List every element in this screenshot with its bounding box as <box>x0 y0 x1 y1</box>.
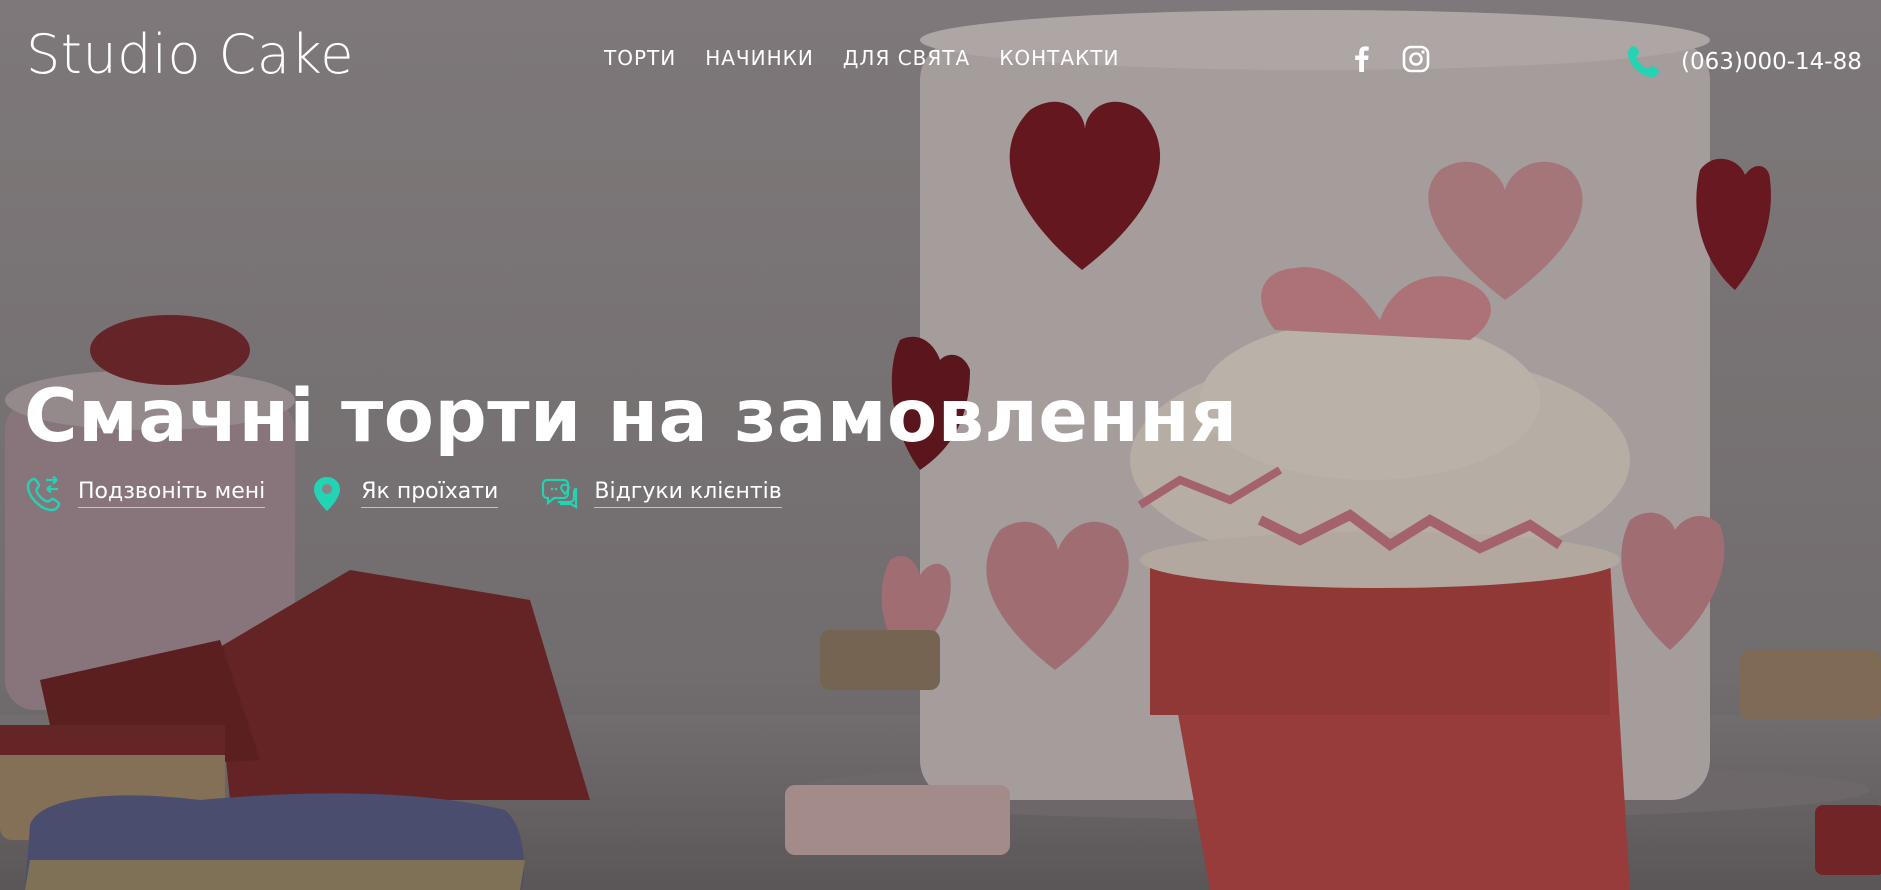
site-header: Studio Cake ТОРТИ НАЧИНКИ ДЛЯ СВЯТА КОНТ… <box>0 0 1881 120</box>
chat-heart-icon <box>540 474 580 514</box>
action-directions[interactable]: Як проїхати <box>307 474 499 514</box>
social-links <box>1347 44 1431 74</box>
phone-callback-icon <box>24 474 64 514</box>
action-reviews-label[interactable]: Відгуки клієнтів <box>594 479 782 509</box>
action-call-me-label[interactable]: Подзвоніть мені <box>78 479 266 509</box>
header-phone[interactable]: (063)000-14-88 <box>1623 42 1862 82</box>
nav-item-cakes[interactable]: ТОРТИ <box>604 48 676 68</box>
nav-item-fillings[interactable]: НАЧИНКИ <box>705 48 814 68</box>
phone-icon <box>1623 42 1663 82</box>
action-call-me[interactable]: Подзвоніть мені <box>24 474 266 514</box>
instagram-icon[interactable] <box>1401 44 1431 74</box>
site-logo[interactable]: Studio Cake <box>26 28 354 82</box>
action-directions-label[interactable]: Як проїхати <box>361 479 499 509</box>
action-reviews[interactable]: Відгуки клієнтів <box>540 474 782 514</box>
hero-title: Смачні торти на замовлення <box>24 374 1238 459</box>
map-pin-icon <box>307 474 347 514</box>
nav-item-contacts[interactable]: КОНТАКТИ <box>999 48 1119 68</box>
hero-actions: Подзвоніть мені Як проїхати Відгуки кліє… <box>24 474 824 514</box>
facebook-icon[interactable] <box>1347 44 1377 74</box>
nav-item-holidays[interactable]: ДЛЯ СВЯТА <box>843 48 970 68</box>
phone-number[interactable]: (063)000-14-88 <box>1681 49 1862 75</box>
main-nav: ТОРТИ НАЧИНКИ ДЛЯ СВЯТА КОНТАКТИ <box>604 48 1148 68</box>
